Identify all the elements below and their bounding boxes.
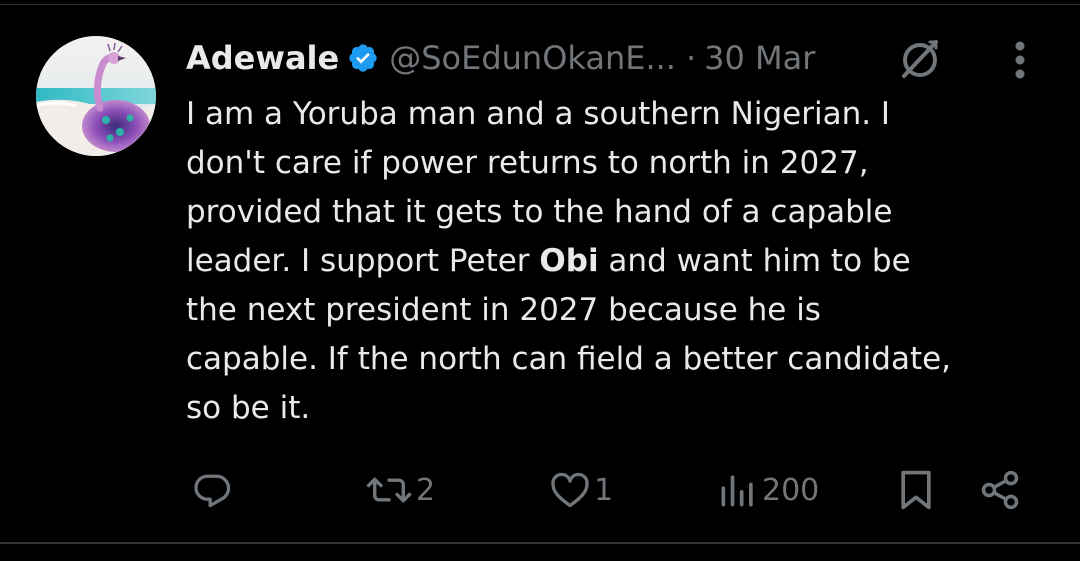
top-divider	[0, 4, 1080, 5]
bottom-divider	[0, 542, 1080, 544]
tweet-date[interactable]: 30 Mar	[704, 39, 815, 77]
views-chart-icon	[721, 475, 753, 507]
action-bar: 2 1 200	[0, 464, 1080, 516]
views-button[interactable]: 200	[716, 464, 819, 516]
like-count: 1	[594, 472, 614, 508]
separator-dot: ·	[685, 39, 697, 77]
author-handle[interactable]: @SoEdunOkanE...	[389, 39, 676, 77]
share-icon	[981, 470, 1019, 510]
avatar[interactable]	[36, 36, 156, 156]
views-count: 200	[762, 472, 820, 508]
tweet-text-bold: Obi	[539, 243, 599, 279]
tweet-header: Adewale @SoEdunOkanE... · 30 Mar	[186, 34, 815, 82]
more-options-icon[interactable]	[1006, 38, 1034, 82]
peacock-avatar-icon	[36, 36, 156, 156]
bookmark-button[interactable]	[896, 464, 936, 516]
reply-icon	[194, 474, 231, 508]
tweet-text: I am a Yoruba man and a southern Nigeria…	[186, 90, 1046, 433]
share-button[interactable]	[978, 464, 1022, 516]
retweet-button[interactable]: 2	[364, 464, 435, 516]
verified-badge-icon	[347, 42, 379, 74]
like-button[interactable]: 1	[548, 464, 613, 516]
retweet-count: 2	[416, 472, 436, 508]
retweet-icon	[366, 477, 412, 503]
reply-button[interactable]	[190, 464, 234, 516]
heart-icon	[551, 472, 589, 508]
bookmark-icon	[901, 470, 931, 510]
author-name[interactable]: Adewale	[186, 39, 339, 77]
grok-icon[interactable]	[896, 34, 944, 82]
tweet-card[interactable]: Adewale @SoEdunOkanE... · 30 Mar I am a …	[0, 0, 1080, 561]
